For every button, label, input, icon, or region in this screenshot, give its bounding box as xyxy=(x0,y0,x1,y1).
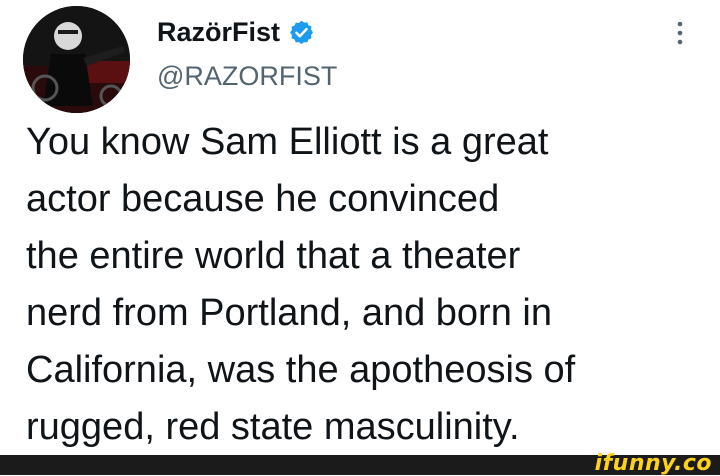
watermark-bar: ifunny.co xyxy=(0,451,720,476)
tweet-text-line: nerd from Portland, and born in xyxy=(26,292,552,334)
tweet-text-line: You know Sam Elliott is a great xyxy=(26,121,549,163)
tweet-text: You know Sam Elliott is a great actor be… xyxy=(26,114,706,456)
verified-badge-icon xyxy=(288,19,315,46)
tweet-text-line: rugged, red state masculinity. xyxy=(26,406,520,448)
tweet-text-line: the entire world that a theater xyxy=(26,235,521,277)
more-options-icon[interactable] xyxy=(670,18,690,48)
author-display-name[interactable]: RazörFist xyxy=(157,14,280,50)
tweet-text-line: California, was the apotheosis of xyxy=(26,349,576,391)
avatar[interactable] xyxy=(23,6,130,113)
tweet-text-line: actor because he convinced xyxy=(26,178,500,220)
ifunny-watermark: ifunny.co xyxy=(594,451,712,476)
author-name-row[interactable]: RazörFist xyxy=(157,14,315,50)
author-handle[interactable]: @RAZORFIST xyxy=(157,58,337,94)
